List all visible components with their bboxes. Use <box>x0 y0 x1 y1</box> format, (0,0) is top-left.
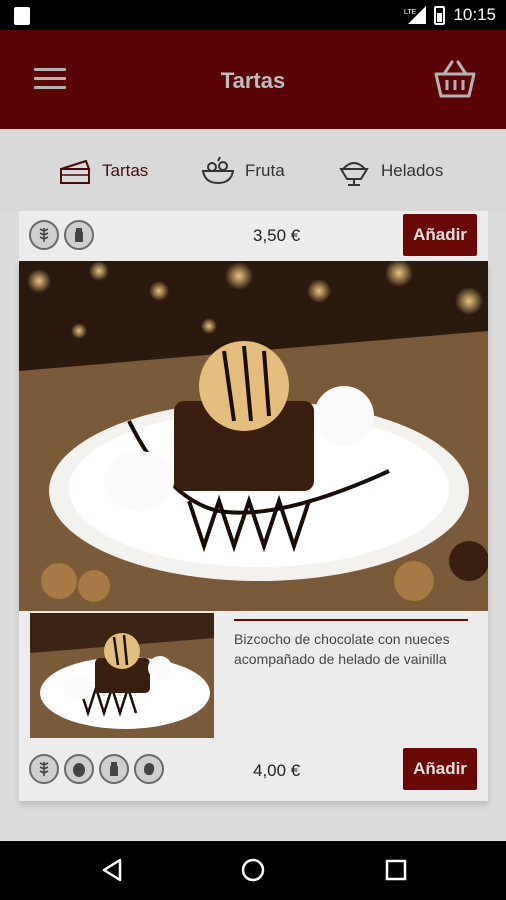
product-card: Bizcocho de chocolate con nueces acompañ… <box>19 261 488 801</box>
recents-icon[interactable] <box>383 857 409 883</box>
allergen-list <box>29 220 94 250</box>
product-thumbnail[interactable] <box>30 613 214 738</box>
system-nav-bar <box>0 841 506 900</box>
product-card: 3,50 € Añadir <box>19 211 488 261</box>
product-description: Bizcocho de chocolate con nueces acompañ… <box>234 619 468 669</box>
basket-icon[interactable] <box>432 58 478 102</box>
allergen-list <box>29 754 164 784</box>
egg-icon <box>64 754 94 784</box>
fruit-bowl-icon <box>201 156 235 185</box>
tab-label: Helados <box>381 161 444 180</box>
app-bar: Tartas <box>0 30 506 129</box>
add-button[interactable]: Añadir <box>403 214 477 256</box>
brownie-dessert-image <box>19 261 488 611</box>
status-time: 10:15 <box>453 5 496 24</box>
svg-text:LTE: LTE <box>404 9 417 16</box>
back-icon[interactable] <box>100 857 126 883</box>
gluten-icon <box>29 754 59 784</box>
brownie-thumbnail-image <box>30 613 214 738</box>
milk-icon <box>99 754 129 784</box>
ice-cream-cup-icon <box>339 162 369 186</box>
tab-label: Tartas <box>102 161 149 180</box>
nuts-icon <box>134 754 164 784</box>
tab-label: Fruta <box>245 161 285 180</box>
page-title: Tartas <box>220 68 286 93</box>
product-photo[interactable] <box>19 261 488 611</box>
home-icon[interactable] <box>240 857 266 883</box>
milk-icon <box>64 220 94 250</box>
sd-card-icon <box>14 7 30 25</box>
add-button[interactable]: Añadir <box>403 748 477 790</box>
battery-icon <box>434 5 446 25</box>
tab-helados[interactable]: Helados <box>337 155 443 187</box>
tab-tartas[interactable]: Tartas <box>58 155 148 187</box>
status-bar: LTE 10:15 <box>0 0 506 30</box>
gluten-icon <box>29 220 59 250</box>
tab-fruta[interactable]: Fruta <box>201 155 285 187</box>
product-price: 4,00 € <box>253 761 301 780</box>
cake-icon <box>60 159 91 184</box>
signal-icon: LTE <box>404 6 427 24</box>
product-price: 3,50 € <box>253 226 301 245</box>
category-tabs: Tartas Fruta Helados <box>0 129 506 211</box>
